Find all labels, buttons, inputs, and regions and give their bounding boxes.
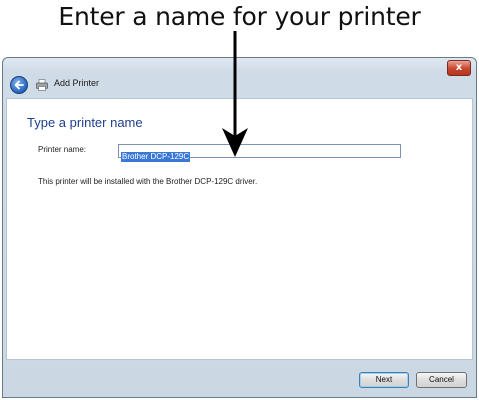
printer-icon — [36, 79, 48, 91]
back-button[interactable] — [10, 76, 28, 94]
printer-name-input[interactable]: Brother DCP-129C — [118, 144, 401, 162]
wizard-content: Type a printer name Printer name: Brothe… — [6, 98, 473, 360]
next-button[interactable]: Next — [359, 372, 409, 388]
page-title: Type a printer name — [27, 115, 143, 130]
back-arrow-icon — [14, 80, 24, 90]
printer-name-value: Brother DCP-129C — [121, 152, 191, 162]
driver-info-text: This printer will be installed with the … — [38, 177, 258, 186]
close-icon: x — [455, 62, 463, 73]
window-title: Add Printer — [54, 78, 100, 88]
printer-name-label: Printer name: — [38, 145, 87, 154]
cancel-button[interactable]: Cancel — [416, 372, 467, 388]
add-printer-window: x Add Printer Type a printer name Printe… — [2, 57, 477, 398]
instruction-callout: Enter a name for your printer — [58, 2, 421, 31]
close-button[interactable]: x — [447, 60, 471, 76]
